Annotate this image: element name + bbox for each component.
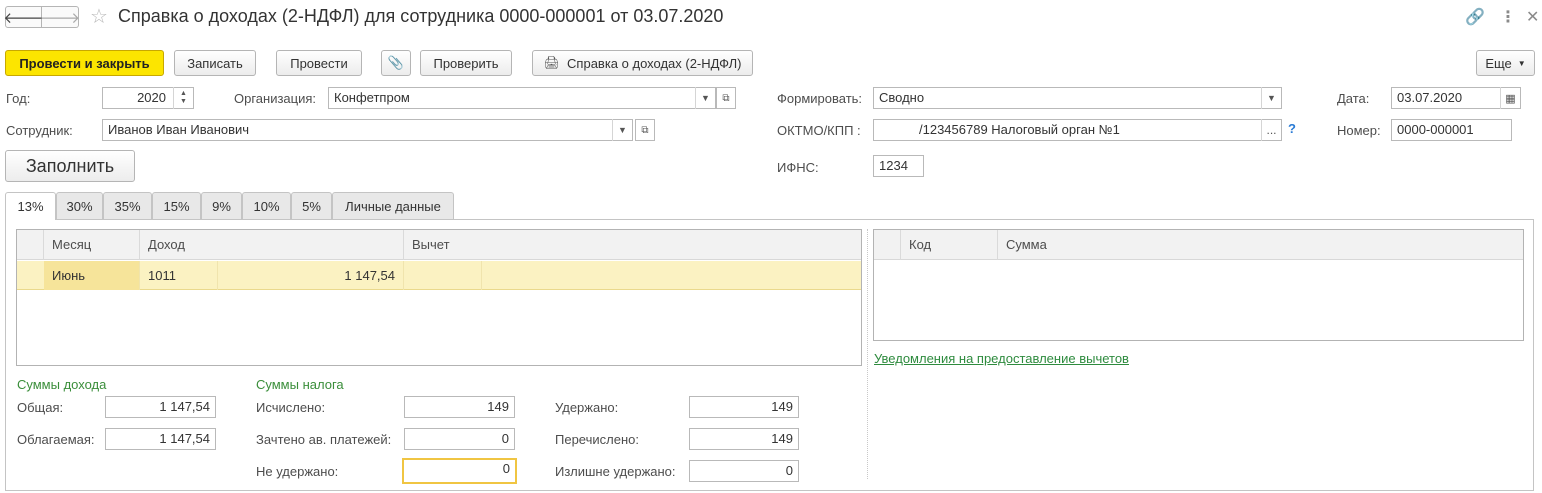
date-label: Дата:: [1337, 91, 1370, 106]
tab-35[interactable]: 35%: [103, 192, 152, 219]
tax-calculated-label: Исчислено:: [256, 400, 326, 415]
oktmo-choose-button[interactable]: ...: [1261, 119, 1281, 141]
employee-label: Сотрудник:: [6, 123, 73, 138]
total-income-label: Общая:: [17, 400, 64, 415]
save-button[interactable]: Записать: [174, 50, 256, 76]
cell-deduction-code[interactable]: [404, 261, 482, 290]
fill-button[interactable]: Заполнить: [5, 150, 135, 182]
attach-button[interactable]: 📎: [381, 50, 411, 76]
organization-label: Организация:: [234, 91, 317, 106]
chevron-down-icon: ▼: [618, 125, 627, 135]
window-title: Справка о доходах (2-НДФЛ) для сотрудник…: [118, 6, 724, 26]
employee-input[interactable]: Иванов Иван Иванович: [102, 119, 633, 141]
row-marker: [17, 261, 44, 290]
print-ndfl-button[interactable]: 🖨 Справка о доходах (2-НДФЛ): [532, 50, 753, 76]
excess-withheld-label: Излишне удержано:: [555, 464, 676, 479]
spinner-down-icon: ▼: [180, 98, 187, 105]
income-sums-title: Суммы дохода: [17, 377, 107, 392]
open-form-icon: ⧉: [722, 92, 730, 104]
tab-13[interactable]: 13%: [5, 192, 56, 220]
calendar-icon: ▦: [1505, 92, 1516, 105]
panel-splitter[interactable]: [867, 229, 868, 479]
employee-dropdown-button[interactable]: ▼: [612, 119, 632, 141]
tax-transferred-label: Перечислено:: [555, 432, 639, 447]
deduction-table[interactable]: Код Сумма: [873, 229, 1524, 341]
spinner-up-icon: ▲: [180, 90, 187, 97]
calendar-button[interactable]: ▦: [1500, 87, 1520, 109]
not-withheld-label: Не удержано:: [256, 464, 339, 479]
help-icon[interactable]: ?: [1288, 121, 1296, 136]
tab-5[interactable]: 5%: [291, 192, 332, 219]
print-ndfl-label: Справка о доходах (2-НДФЛ): [567, 55, 742, 71]
advance-payments-field[interactable]: 0: [404, 428, 515, 450]
forward-button[interactable]: 🡒: [39, 6, 81, 28]
cell-month[interactable]: Июнь: [44, 261, 140, 290]
income-table[interactable]: Месяц Доход Вычет Июнь 1011 1 147,54: [16, 229, 862, 366]
tax-withheld-label: Удержано:: [555, 400, 619, 415]
deduction-notifications-link[interactable]: Уведомления на предоставление вычетов: [874, 351, 1129, 366]
printer-icon: 🖨: [543, 55, 561, 70]
organization-input[interactable]: Конфетпром: [328, 87, 716, 109]
ifns-input[interactable]: 1234: [873, 155, 924, 177]
total-income-field[interactable]: 1 147,54: [105, 396, 216, 418]
close-icon[interactable]: ✕: [1526, 7, 1539, 27]
column-header-income[interactable]: Доход: [140, 230, 404, 260]
column-header-sum[interactable]: Сумма: [998, 230, 1523, 260]
form-type-select[interactable]: Сводно: [873, 87, 1282, 109]
post-button[interactable]: Провести: [276, 50, 362, 76]
tax-withheld-field[interactable]: 149: [689, 396, 799, 418]
year-label: Год:: [6, 91, 31, 106]
chevron-down-icon: ▼: [1517, 58, 1526, 68]
column-header-month[interactable]: Месяц: [44, 230, 140, 260]
form-type-label: Формировать:: [777, 91, 863, 106]
not-withheld-field[interactable]: 0: [402, 458, 517, 484]
paperclip-icon: 📎: [387, 55, 405, 70]
arrow-left-icon: 🡐: [3, 9, 44, 27]
cell-deduction-amount[interactable]: [482, 261, 861, 290]
column-header-deduction[interactable]: Вычет: [404, 230, 861, 260]
more-label: Еще: [1485, 55, 1512, 71]
oktmo-label: ОКТМО/КПП :: [777, 123, 861, 138]
more-button[interactable]: Еще ▼: [1476, 50, 1535, 76]
organization-dropdown-button[interactable]: ▼: [695, 87, 715, 109]
tab-10[interactable]: 10%: [242, 192, 291, 219]
oktmo-input[interactable]: /123456789 Налоговый орган №1: [873, 119, 1282, 141]
cell-income-code[interactable]: 1011: [140, 261, 218, 290]
tab-30[interactable]: 30%: [56, 192, 103, 219]
number-input[interactable]: 0000-000001: [1391, 119, 1512, 141]
chevron-down-icon: ▼: [701, 93, 710, 103]
cell-income-amount[interactable]: 1 147,54: [218, 261, 404, 290]
year-spinner[interactable]: ▲ ▼: [173, 87, 193, 109]
taxable-income-field[interactable]: 1 147,54: [105, 428, 216, 450]
excess-withheld-field[interactable]: 0: [689, 460, 799, 482]
tax-transferred-field[interactable]: 149: [689, 428, 799, 450]
arrow-right-icon: 🡒: [39, 9, 81, 27]
star-icon[interactable]: ☆: [90, 4, 108, 29]
chevron-down-icon: ▼: [1267, 93, 1276, 103]
row-marker-header: [17, 230, 44, 260]
form-type-dropdown-button[interactable]: ▼: [1261, 87, 1281, 109]
link-icon[interactable]: 🔗: [1465, 7, 1485, 27]
tab-9[interactable]: 9%: [201, 192, 242, 219]
row-marker-header: [874, 230, 901, 260]
ifns-label: ИФНС:: [777, 160, 819, 175]
check-button[interactable]: Проверить: [420, 50, 512, 76]
advance-payments-label: Зачтено ав. платежей:: [256, 432, 392, 447]
more-vertical-icon[interactable]: ⋮: [1500, 7, 1516, 27]
deduction-table-header: Код Сумма: [874, 230, 1523, 260]
tab-15[interactable]: 15%: [152, 192, 201, 219]
taxable-income-label: Облагаемая:: [17, 432, 95, 447]
tab-personal-data[interactable]: Личные данные: [332, 192, 454, 219]
number-label: Номер:: [1337, 123, 1381, 138]
tax-calculated-field[interactable]: 149: [404, 396, 515, 418]
tax-sums-title: Суммы налога: [256, 377, 344, 392]
income-table-header: Месяц Доход Вычет: [17, 230, 861, 260]
table-row[interactable]: Июнь 1011 1 147,54: [17, 261, 861, 290]
post-and-close-button[interactable]: Провести и закрыть: [5, 50, 164, 76]
column-header-code[interactable]: Код: [901, 230, 998, 260]
back-button[interactable]: 🡐: [3, 6, 44, 28]
open-form-icon: ⧉: [641, 124, 649, 136]
organization-open-button[interactable]: ⧉: [716, 87, 736, 109]
employee-open-button[interactable]: ⧉: [635, 119, 655, 141]
